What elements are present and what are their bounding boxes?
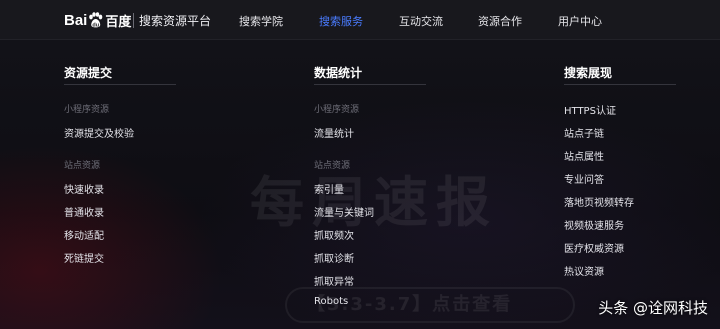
section-label-site: 站点资源	[64, 161, 101, 171]
menu-link-traffic-keywords[interactable]: 流量与关键词	[314, 204, 374, 219]
menu-link-crawl-errors[interactable]: 抓取异常	[314, 273, 354, 288]
toutiao-watermark: 头条 @诠网科技	[598, 299, 708, 317]
baidu-paw-icon: du	[89, 12, 103, 28]
menu-link-fast-index[interactable]: 快速收录	[64, 181, 104, 196]
menu-link-pro-qa[interactable]: 专业问答	[564, 171, 604, 186]
menu-link-medical-authority[interactable]: 医疗权威资源	[564, 240, 624, 255]
menu-link-https-cert[interactable]: HTTPS认证	[564, 102, 616, 117]
menu-link-index-volume[interactable]: 索引量	[314, 181, 344, 196]
section-label-site: 站点资源	[314, 161, 351, 171]
column-title: 资源提交	[64, 66, 113, 80]
menu-link-landing-video-transfer[interactable]: 落地页视频转存	[564, 194, 634, 209]
menu-link-mobile-adapt[interactable]: 移动适配	[64, 227, 104, 242]
nav-item-user-center[interactable]: 用户中心	[558, 13, 602, 29]
menu-column-data-statistics: 数据统计 小程序资源 流量统计 站点资源 索引量 流量与关键词 抓取频次 抓取诊…	[314, 64, 434, 314]
top-navigation: Bai du 百度 搜索资源平台 搜索学院 搜索服务 互动交流 资源合作 用户中…	[0, 0, 720, 40]
nav-item-search-service[interactable]: 搜索服务	[319, 13, 363, 29]
column-divider	[314, 84, 426, 85]
column-divider	[564, 84, 676, 85]
menu-link-resource-submit-verify[interactable]: 资源提交及校验	[64, 125, 134, 140]
logo-divider	[133, 13, 134, 28]
nav-item-interaction[interactable]: 互动交流	[399, 13, 443, 29]
section-label-mini-program: 小程序资源	[314, 105, 360, 115]
menu-link-normal-index[interactable]: 普通收录	[64, 204, 104, 219]
menu-link-hot-discussion[interactable]: 热议资源	[564, 263, 604, 278]
nav-item-search-academy[interactable]: 搜索学院	[239, 13, 283, 29]
menu-link-robots[interactable]: Robots	[314, 296, 348, 307]
menu-link-site-attributes[interactable]: 站点属性	[564, 148, 604, 163]
menu-column-resource-submit: 资源提交 小程序资源 资源提交及校验 站点资源 快速收录 普通收录 移动适配 死…	[64, 64, 184, 284]
menu-link-dead-link-submit[interactable]: 死链提交	[64, 250, 104, 265]
menu-link-crawl-diagnosis[interactable]: 抓取诊断	[314, 250, 354, 265]
menu-column-search-display: 搜索展现 HTTPS认证 站点子链 站点属性 专业问答 落地页视频转存 视频极速…	[564, 64, 694, 284]
column-title: 数据统计	[314, 66, 363, 80]
logo-text-baidu-cn: 百度	[105, 13, 132, 29]
svg-text:du: du	[93, 22, 100, 28]
menu-link-site-sublinks[interactable]: 站点子链	[564, 125, 604, 140]
column-divider	[64, 84, 176, 85]
baidu-logo[interactable]: Bai du 百度	[64, 11, 131, 29]
column-title: 搜索展现	[564, 66, 613, 80]
section-label-mini-program: 小程序资源	[64, 105, 110, 115]
logo-text-bai: Bai	[64, 11, 88, 29]
menu-link-video-fast-service[interactable]: 视频极速服务	[564, 217, 624, 232]
platform-title[interactable]: 搜索资源平台	[139, 12, 211, 29]
nav-item-resource-cooperation[interactable]: 资源合作	[478, 13, 522, 29]
menu-link-traffic-stats[interactable]: 流量统计	[314, 125, 354, 140]
menu-link-crawl-frequency[interactable]: 抓取频次	[314, 227, 354, 242]
